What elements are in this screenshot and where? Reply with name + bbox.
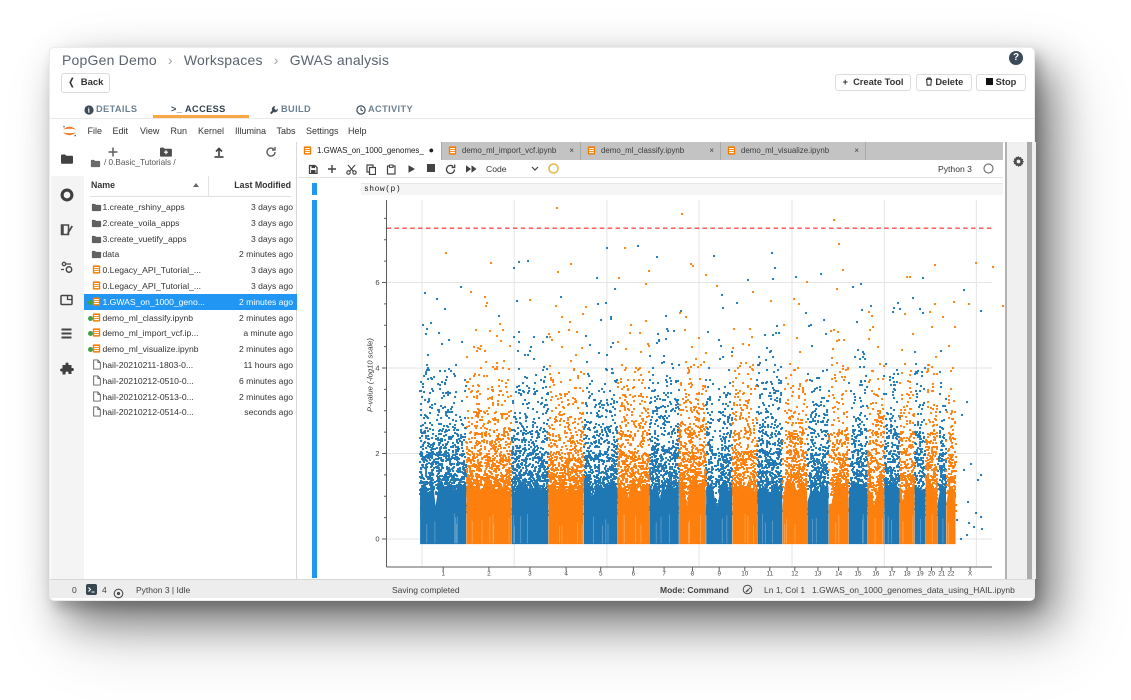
svg-text:2: 2 (375, 449, 379, 458)
svg-text:9: 9 (717, 571, 721, 578)
svg-text:18: 18 (904, 571, 912, 578)
svg-text:11: 11 (767, 571, 774, 578)
svg-text:21: 21 (938, 571, 946, 578)
svg-text:22: 22 (947, 571, 955, 578)
svg-text:0: 0 (375, 534, 379, 543)
svg-text:1: 1 (441, 571, 445, 578)
svg-text:13: 13 (814, 571, 822, 578)
svg-text:16: 16 (872, 571, 880, 578)
svg-text:6: 6 (632, 571, 636, 578)
svg-text:7: 7 (662, 571, 666, 578)
svg-text:15: 15 (854, 571, 862, 578)
svg-text:P-value (-log10 scale): P-value (-log10 scale) (366, 338, 375, 412)
svg-text:i: i (88, 106, 90, 115)
svg-text:19: 19 (917, 571, 925, 578)
svg-text:12: 12 (791, 571, 799, 578)
svg-text:4: 4 (564, 571, 568, 578)
svg-text:2: 2 (487, 571, 491, 578)
svg-text:4: 4 (375, 363, 379, 372)
svg-text:3: 3 (528, 571, 532, 578)
svg-text:20: 20 (928, 571, 936, 578)
svg-text:5: 5 (599, 571, 603, 578)
svg-text:X: X (968, 571, 973, 578)
svg-text:8: 8 (691, 571, 695, 578)
svg-text:14: 14 (835, 571, 843, 578)
svg-text:10: 10 (741, 571, 749, 578)
svg-text:17: 17 (888, 571, 896, 578)
svg-text:6: 6 (375, 278, 379, 287)
